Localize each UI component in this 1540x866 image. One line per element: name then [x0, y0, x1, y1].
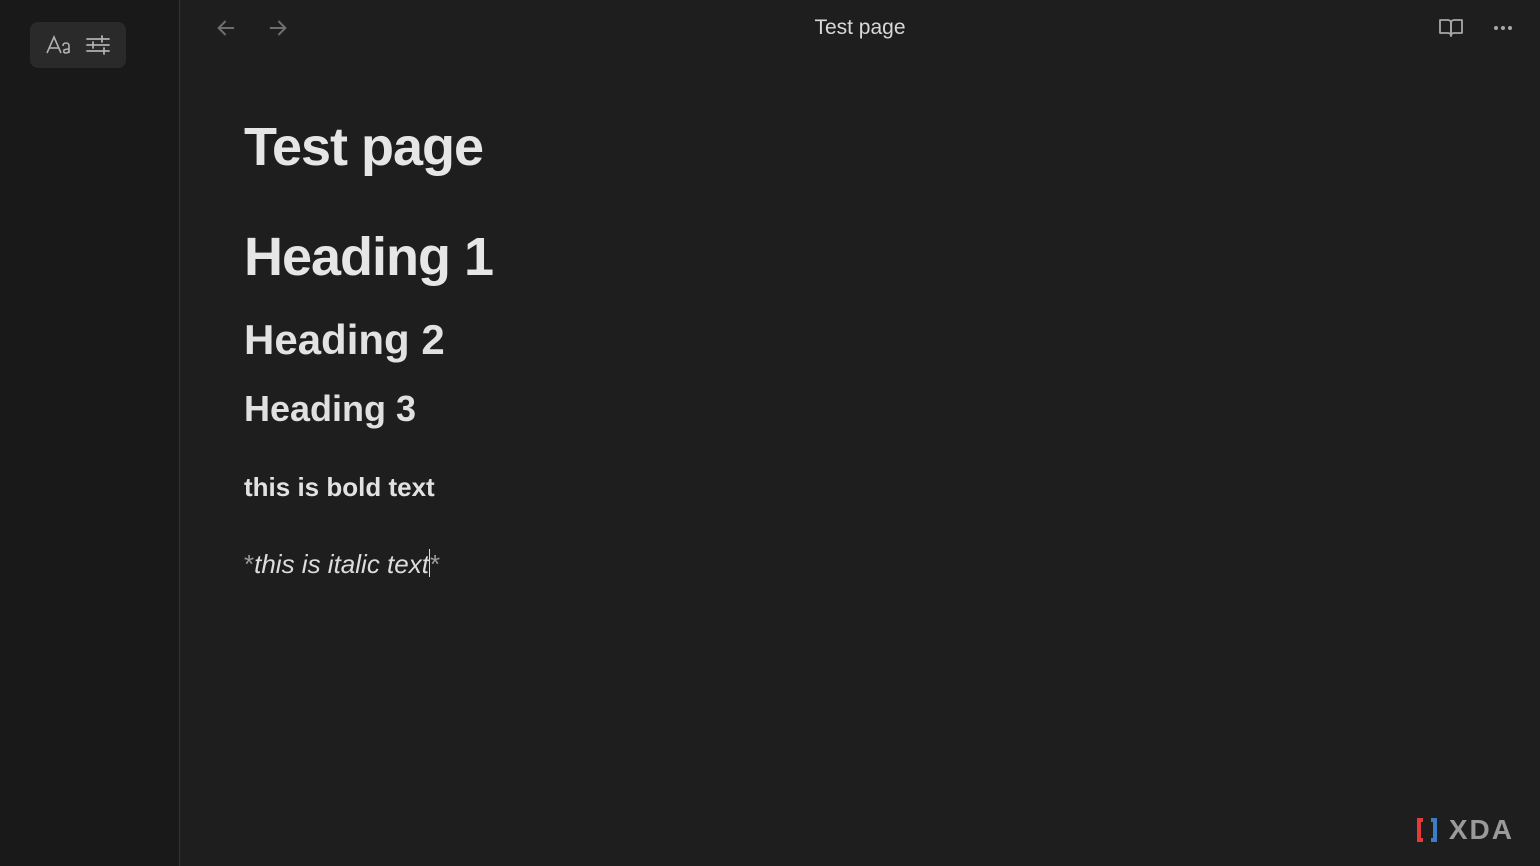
editor-style-toolbar	[30, 22, 126, 68]
italic-text-content: this is italic text	[254, 549, 429, 579]
page-title[interactable]: Test page	[244, 116, 1476, 178]
heading-2[interactable]: Heading 2	[244, 316, 1476, 364]
more-options-button[interactable]	[1486, 11, 1520, 45]
editor-content[interactable]: Test page Heading 1 Heading 2 Heading 3 …	[180, 56, 1540, 866]
forward-button[interactable]	[264, 14, 292, 42]
typography-button[interactable]	[38, 28, 78, 62]
heading-1[interactable]: Heading 1	[244, 226, 1476, 288]
xda-watermark-text: XDA	[1449, 814, 1514, 846]
bold-text-line[interactable]: this is bold text	[244, 472, 1476, 503]
xda-watermark: XDA	[1411, 814, 1514, 846]
nav-buttons	[212, 14, 292, 42]
markdown-italic-marker: *	[244, 549, 254, 579]
sliders-button[interactable]	[78, 28, 118, 62]
document-title: Test page	[814, 16, 905, 40]
xda-logo-icon	[1411, 814, 1443, 846]
back-button[interactable]	[212, 14, 240, 42]
top-bar: Test page	[180, 0, 1540, 56]
markdown-italic-marker: *	[430, 549, 440, 579]
right-controls	[1434, 11, 1520, 45]
reading-view-button[interactable]	[1434, 11, 1468, 45]
left-sidebar	[0, 0, 180, 866]
italic-text-line[interactable]: *this is italic text*	[244, 549, 440, 580]
heading-3[interactable]: Heading 3	[244, 388, 1476, 430]
